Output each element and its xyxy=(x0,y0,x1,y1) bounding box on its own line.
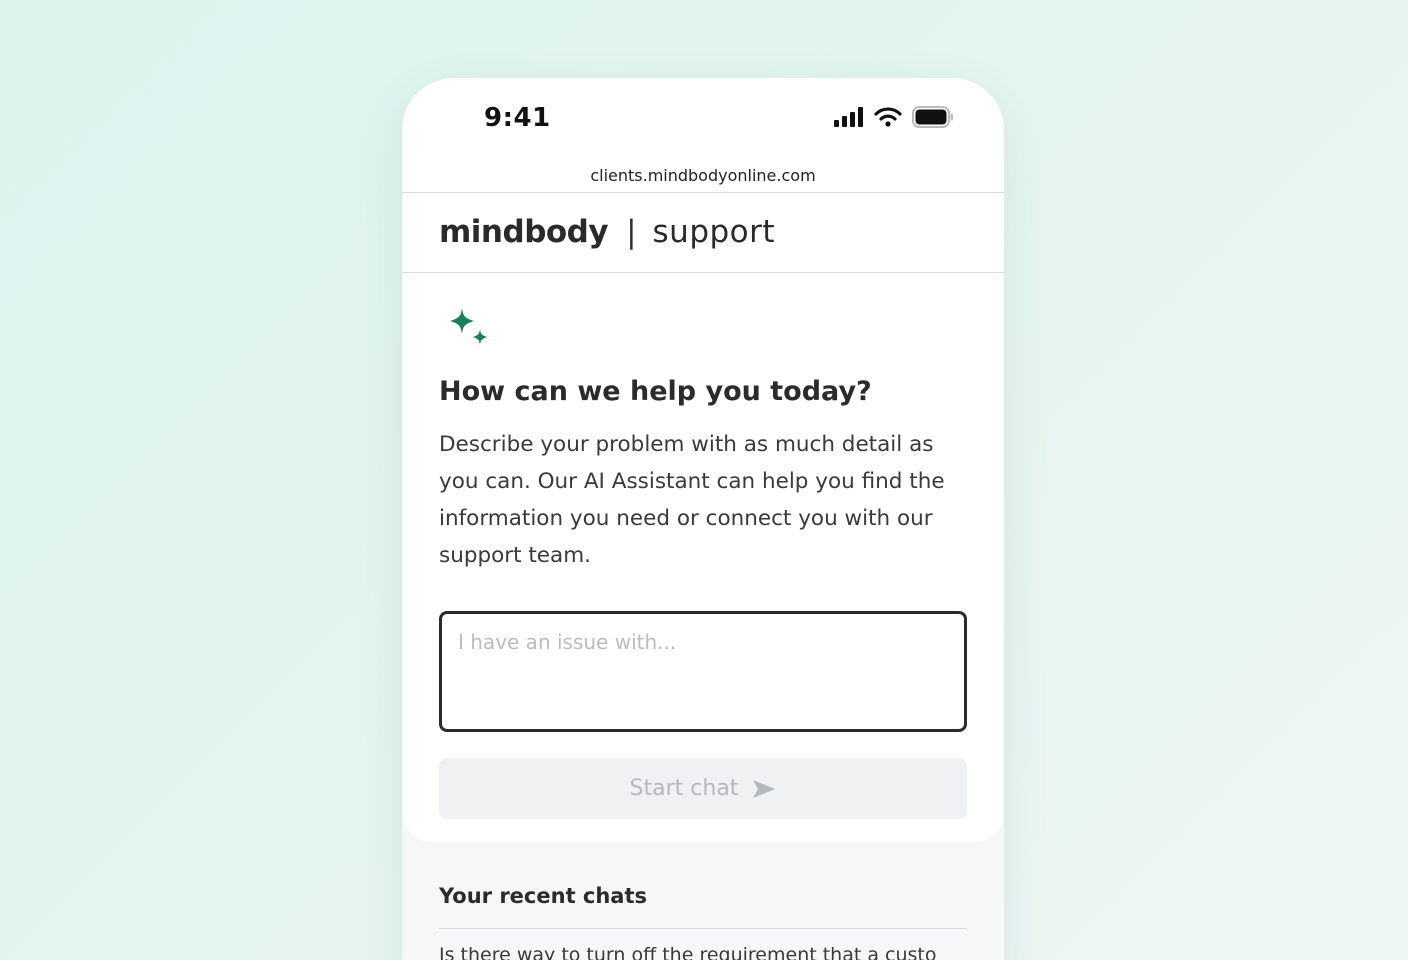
section-title: support xyxy=(652,214,776,250)
start-chat-label: Start chat xyxy=(629,776,739,801)
page-heading: How can we help you today? xyxy=(439,376,872,407)
recent-chats-divider xyxy=(439,928,967,929)
recent-chats-title: Your recent chats xyxy=(439,884,648,908)
header-divider xyxy=(402,272,1004,273)
send-arrow-icon xyxy=(753,779,776,798)
phone-frame: 9:41 clients.mindbodyonline.com mindbody… xyxy=(402,78,1004,960)
browser-url[interactable]: clients.mindbodyonline.com xyxy=(402,166,1004,185)
status-icons xyxy=(834,106,954,128)
cellular-signal-icon xyxy=(834,107,863,127)
page-description: Describe your problem with as much detai… xyxy=(439,432,945,568)
status-bar: 9:41 xyxy=(402,78,1004,158)
recent-chat-item[interactable]: Is there way to turn off the requirement… xyxy=(439,944,967,960)
battery-icon xyxy=(912,106,953,128)
url-divider xyxy=(402,192,1004,193)
issue-input[interactable] xyxy=(439,611,967,732)
status-time: 9:41 xyxy=(484,103,551,133)
sparkle-icon xyxy=(450,308,487,345)
brand-logo[interactable]: mindbody xyxy=(439,214,609,250)
wifi-icon xyxy=(874,107,902,127)
brand-separator: | xyxy=(626,214,637,250)
site-header: mindbody | support xyxy=(439,214,775,250)
start-chat-button[interactable]: Start chat xyxy=(439,758,967,819)
support-card: 9:41 clients.mindbodyonline.com mindbody… xyxy=(402,78,1004,842)
